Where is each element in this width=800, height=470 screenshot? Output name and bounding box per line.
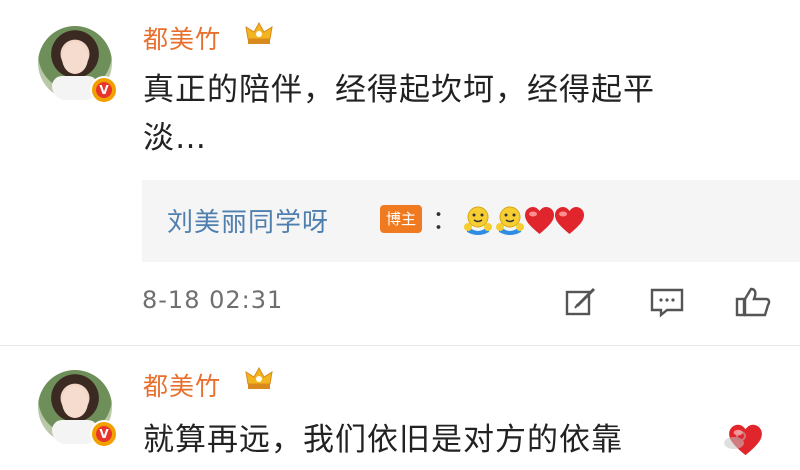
crown-icon [245,366,273,389]
weibo-watermark-icon [724,431,746,449]
hug-emoji-icon [496,206,524,235]
crown-icon [245,21,273,44]
comment-username[interactable]: 都美竹 [143,20,221,56]
thumbs-up-icon[interactable] [735,286,771,318]
comment-text-line: 淡… [143,120,207,156]
heart-icon [555,207,584,234]
comment-divider [0,345,800,346]
avatar-dumeizhu[interactable]: V [38,26,118,104]
comment-username[interactable]: 都美竹 [143,367,221,403]
verified-icon: V [90,76,118,104]
comment-text-line: 真正的陪伴，经得起坎坷，经得起平 [143,72,655,108]
hug-emoji-icon [464,206,492,235]
reply-colon: ： [432,206,459,236]
reply-box: 刘美丽同学呀 博主 ： [142,180,800,262]
verified-icon: V [90,420,118,448]
avatar-face [62,42,88,74]
edit-icon[interactable] [563,286,599,318]
comment-timestamp: 8-18 02:31 [142,286,284,314]
comment-text-line: 就算再远，我们依旧是对方的依靠 [143,422,623,458]
reply-username[interactable]: 刘美丽同学呀 [167,202,329,239]
heart-icon [525,207,554,234]
avatar-dumeizhu[interactable]: V [38,370,118,448]
blogger-badge: 博主 [380,205,422,233]
comment-icon[interactable] [649,286,685,318]
avatar-face [62,386,88,418]
